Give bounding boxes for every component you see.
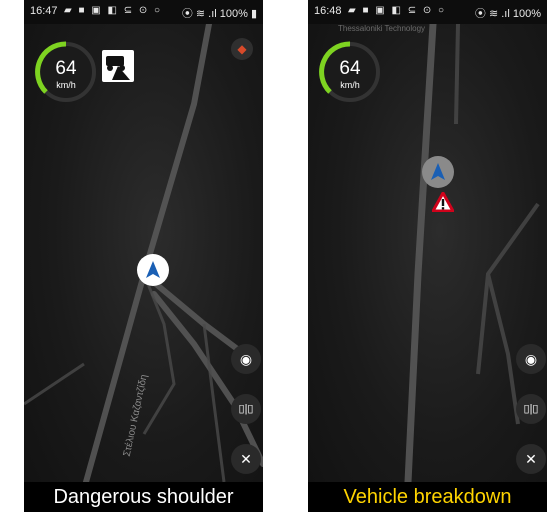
tools-button[interactable]: ✕ [516,444,546,474]
warning-caption: Dangerous shoulder [24,482,263,512]
split-view-button[interactable]: ▯|▯ [231,394,261,424]
dangerous-shoulder-sign-icon [102,50,134,82]
status-bar: 16:47 ▰ ■ ▣ ◧ ⊆ ⊙ ○ ⦿ ≋ .ıl 100% ▮ [24,0,263,24]
warning-triangle-icon [431,191,455,213]
split-view-icon: ▯|▯ [523,403,539,415]
crosshair-icon: ◉ [524,351,538,367]
current-speed: 64 [339,58,361,79]
status-time: 16:47 [30,5,58,17]
tools-icon: ✕ [240,451,252,467]
speedometer: 64 km/h [34,40,98,104]
speedometer: 64 km/h [318,40,382,104]
split-view-icon: ▯|▯ [238,403,254,415]
locate-button[interactable]: ◉ [231,344,261,374]
split-view-button[interactable]: ▯|▯ [516,394,546,424]
speed-unit: km/h [340,80,360,90]
notification-icons: ▰ ■ ▣ ◧ ⊆ ⊙ ○ [64,5,163,16]
compass-icon[interactable]: ◆ [231,38,253,60]
current-position-marker [422,156,454,188]
notification-icons: ▰ ■ ▣ ◧ ⊆ ⊙ ○ [348,5,447,16]
system-status: ⦿ ≋ .ıl 100% ▮ [181,8,257,20]
right-phone-screen: 16:48 ▰ ■ ▣ ◧ ⊆ ⊙ ○ ⦿ ≋ .ıl 100% Thessal… [308,0,547,512]
tools-button[interactable]: ✕ [231,444,261,474]
warning-caption: Vehicle breakdown [308,482,547,512]
current-speed: 64 [55,58,77,79]
status-time: 16:48 [314,5,342,17]
status-bar: 16:48 ▰ ■ ▣ ◧ ⊆ ⊙ ○ ⦿ ≋ .ıl 100% [308,0,547,24]
map-place-label: Thessaloniki Technology [338,24,426,33]
crosshair-icon: ◉ [239,351,253,367]
current-position-marker [137,254,169,286]
left-phone-screen: 16:47 ▰ ■ ▣ ◧ ⊆ ⊙ ○ ⦿ ≋ .ıl 100% ▮ 64 km… [24,0,263,512]
tools-icon: ✕ [525,451,537,467]
speed-unit: km/h [56,80,76,90]
system-status: ⦿ ≋ .ıl 100% [474,8,541,20]
locate-button[interactable]: ◉ [516,344,546,374]
